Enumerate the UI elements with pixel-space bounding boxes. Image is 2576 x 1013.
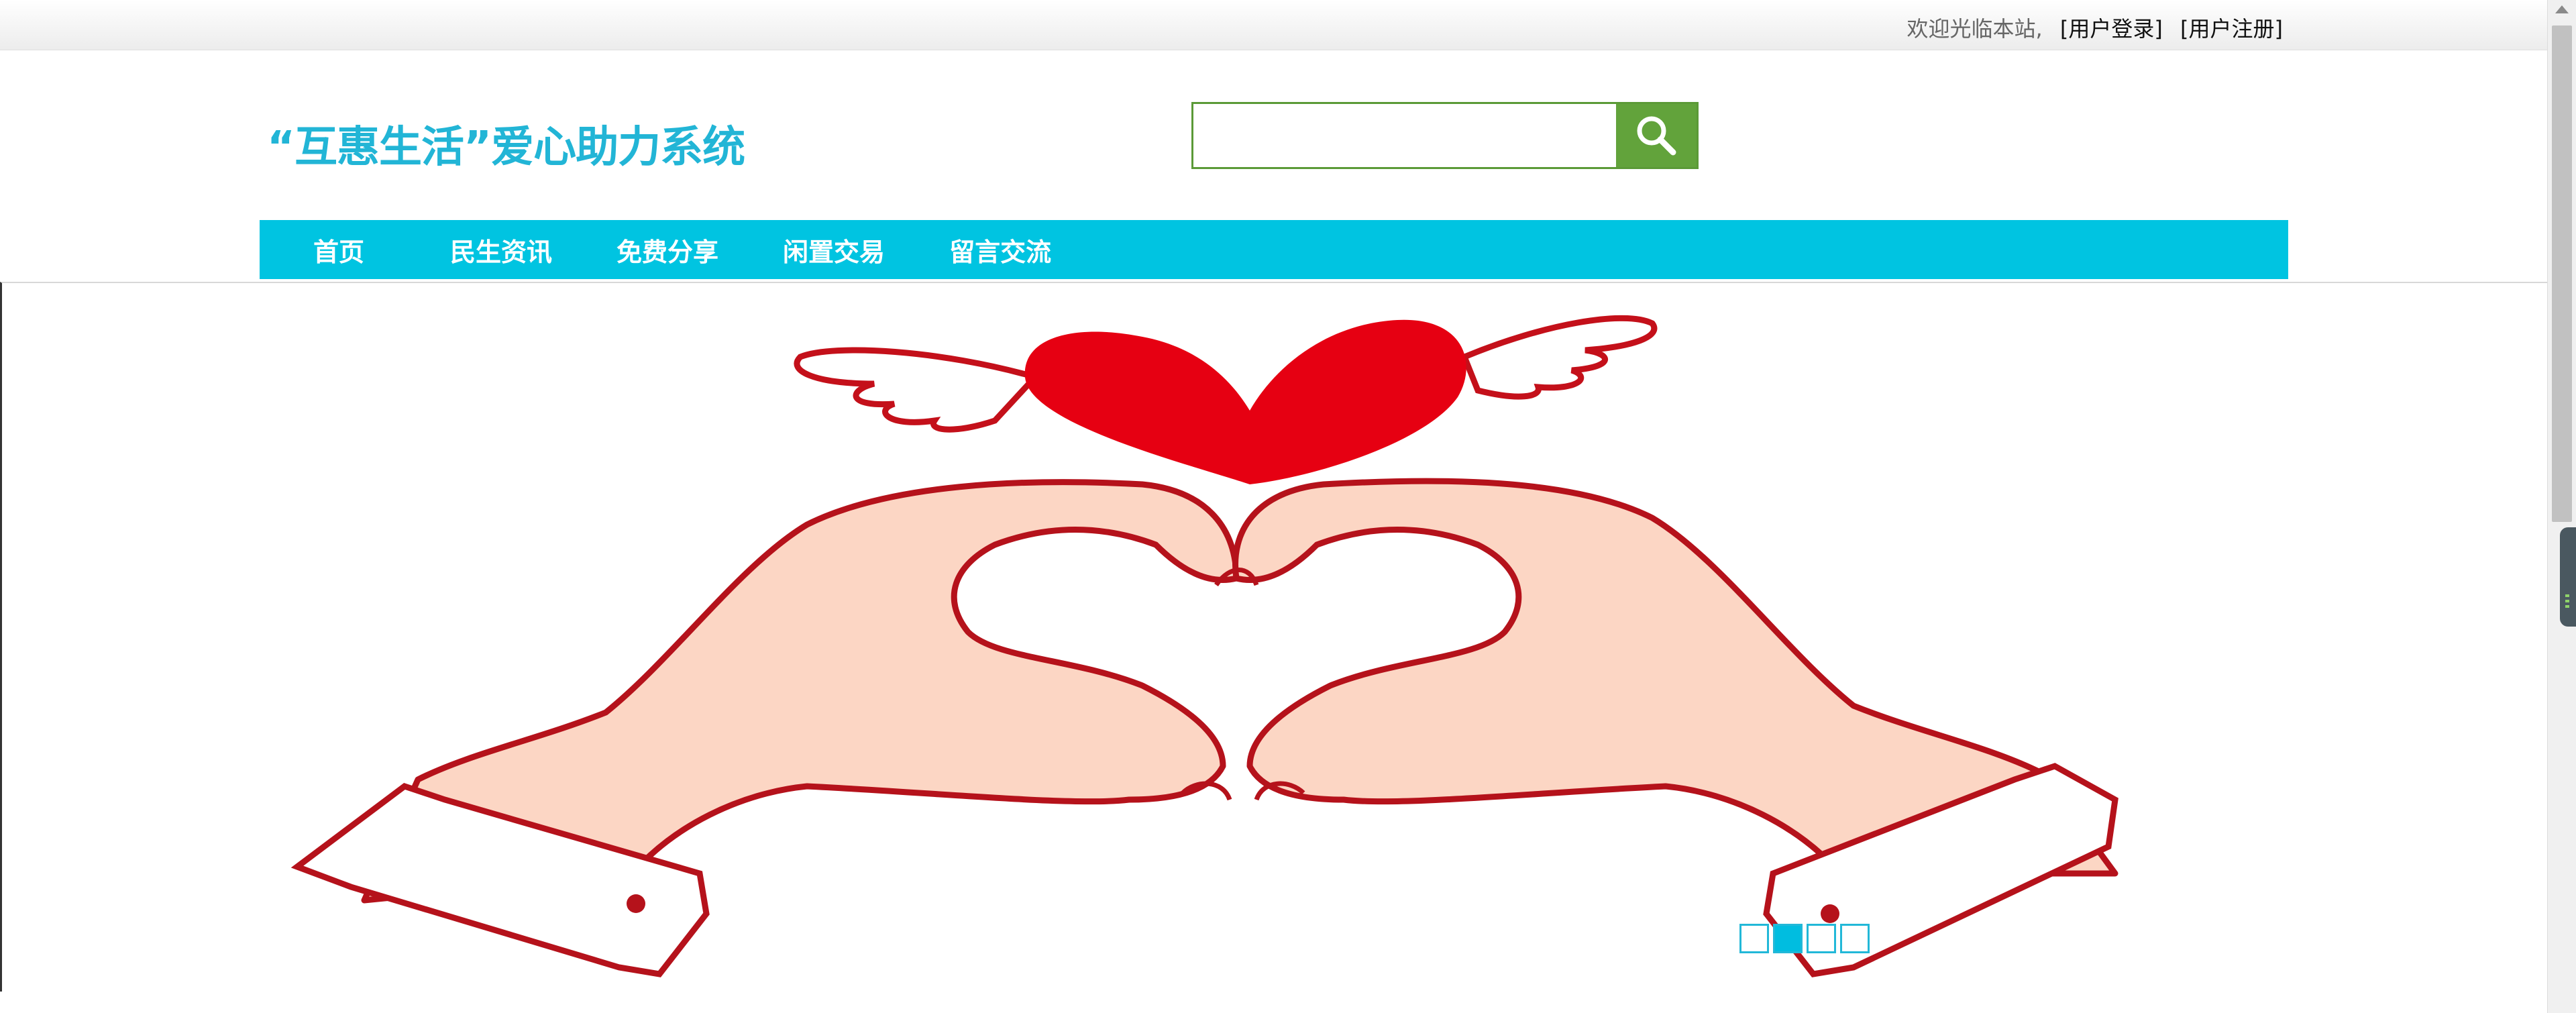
nav-item-news[interactable]: 民生资讯 xyxy=(450,231,552,268)
nav-item-messages[interactable]: 留言交流 xyxy=(949,231,1051,268)
carousel-dot-4[interactable] xyxy=(1840,924,1870,953)
search-input[interactable] xyxy=(1193,104,1616,167)
main-nav: 首页 民生资讯 免费分享 闲置交易 留言交流 xyxy=(260,220,2288,279)
site-logo-title[interactable]: “互惠生活”爱心助力系统 xyxy=(267,113,745,174)
carousel-indicators xyxy=(1739,924,1870,953)
heart-hands-illustration xyxy=(290,315,2118,977)
page: 欢迎光临本站, [用户登录] [用户注册] “互惠生活”爱心助力系统 首页 民生… xyxy=(0,0,2576,1013)
nav-item-free-share[interactable]: 免费分享 xyxy=(616,231,718,268)
user-links: 欢迎光临本站, [用户登录] [用户注册] xyxy=(1907,12,2284,43)
scroll-thumb[interactable] xyxy=(2552,25,2572,522)
nav-item-home[interactable]: 首页 xyxy=(313,231,364,268)
banner-carousel[interactable] xyxy=(0,282,2548,992)
welcome-text: 欢迎光临本站, xyxy=(1907,16,2043,42)
side-widget-indicator xyxy=(2565,594,2569,597)
nav-item-second-hand[interactable]: 闲置交易 xyxy=(783,231,885,268)
search-button[interactable] xyxy=(1616,104,1697,167)
side-widget-indicator xyxy=(2565,605,2569,608)
search-icon xyxy=(1637,116,1676,156)
login-link[interactable]: [用户登录] xyxy=(2060,16,2163,42)
search-box xyxy=(1191,102,1699,169)
scroll-up-arrow-icon[interactable] xyxy=(2555,5,2569,13)
carousel-dot-3[interactable] xyxy=(1807,924,1836,953)
top-bar: 欢迎光临本站, [用户登录] [用户注册] xyxy=(0,0,2548,50)
carousel-dot-1[interactable] xyxy=(1739,924,1769,953)
register-link[interactable]: [用户注册] xyxy=(2180,16,2283,42)
side-widget-handle[interactable] xyxy=(2560,527,2576,627)
carousel-dot-2[interactable] xyxy=(1773,924,1803,953)
side-widget-indicator xyxy=(2565,600,2569,602)
vertical-scrollbar[interactable] xyxy=(2547,0,2576,1013)
